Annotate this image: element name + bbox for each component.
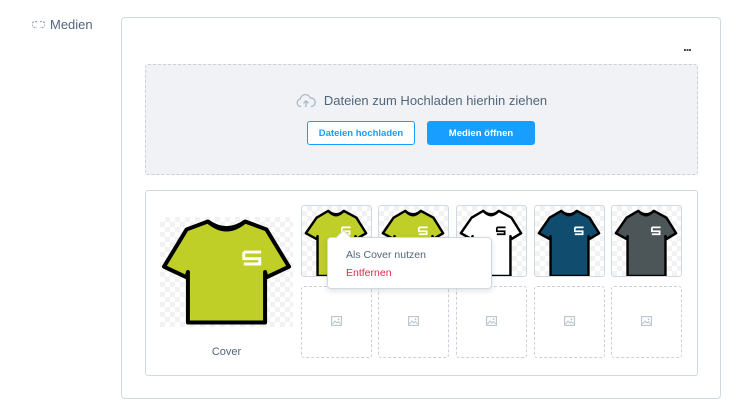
empty-media-slot[interactable] bbox=[378, 286, 449, 358]
media-thumbnail[interactable] bbox=[611, 205, 682, 277]
cover-image[interactable] bbox=[160, 217, 293, 327]
image-placeholder-icon bbox=[331, 313, 342, 331]
media-section-title: Medien bbox=[50, 17, 93, 32]
menu-item-remove[interactable]: Entfernen bbox=[328, 264, 491, 282]
cloud-upload-icon bbox=[296, 93, 316, 108]
dropzone-text: Dateien zum Hochladen hierhin ziehen bbox=[323, 93, 548, 108]
open-media-button[interactable]: Medien öffnen bbox=[427, 121, 535, 145]
upload-files-button[interactable]: Dateien hochladen bbox=[307, 121, 415, 145]
cover-tshirt-image bbox=[161, 219, 292, 325]
slate-tshirt-image bbox=[614, 209, 678, 276]
menu-item-set-cover[interactable]: Als Cover nutzen bbox=[328, 246, 491, 264]
more-options-button[interactable]: ... bbox=[680, 38, 694, 54]
empty-media-slot[interactable] bbox=[611, 286, 682, 358]
empty-media-slot[interactable] bbox=[301, 286, 372, 358]
more-dots-icon: ... bbox=[683, 38, 692, 54]
image-placeholder-icon bbox=[486, 313, 497, 331]
image-placeholder-icon bbox=[408, 313, 419, 331]
empty-media-slot[interactable] bbox=[534, 286, 605, 358]
media-section-label: Medien bbox=[32, 17, 93, 32]
media-context-menu: Als Cover nutzen Entfernen bbox=[327, 237, 492, 289]
upload-dropzone[interactable]: Dateien zum Hochladen hierhin ziehen Dat… bbox=[145, 64, 698, 175]
image-placeholder-icon bbox=[641, 313, 652, 331]
image-placeholder-icon bbox=[564, 313, 575, 331]
media-link-icon bbox=[32, 20, 45, 29]
media-card: ... Dateien zum Hochladen hierhin ziehen… bbox=[121, 17, 721, 399]
cover-label: Cover bbox=[211, 346, 242, 358]
empty-media-slot[interactable] bbox=[456, 286, 527, 358]
media-thumbnail[interactable] bbox=[534, 205, 605, 277]
navy-tshirt-image bbox=[537, 209, 601, 276]
